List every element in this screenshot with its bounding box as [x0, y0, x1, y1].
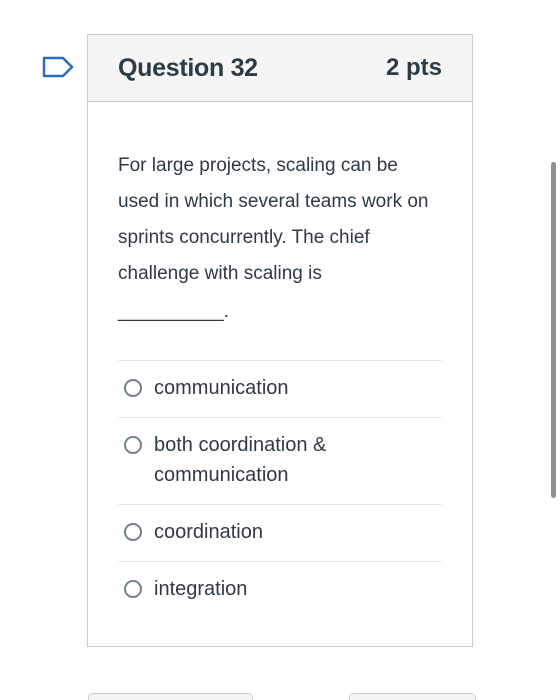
answer-option-integration[interactable]: integration: [118, 562, 442, 618]
answer-option-communication[interactable]: communication: [118, 361, 442, 418]
question-card: Question 32 2 pts For large projects, sc…: [87, 34, 473, 647]
previous-button[interactable]: [88, 693, 253, 700]
radio-button[interactable]: [124, 436, 142, 454]
question-title: Question 32: [118, 53, 258, 82]
question-text: For large projects, scaling can be used …: [118, 155, 429, 284]
flag-question-icon[interactable]: [41, 56, 75, 78]
quiz-page: Question 32 2 pts For large projects, sc…: [0, 0, 560, 700]
answer-option-both-coordination-communication[interactable]: both coordination & communication: [118, 418, 442, 505]
radio-button[interactable]: [124, 523, 142, 541]
answer-list: communication both coordination & commun…: [118, 360, 442, 618]
question-points: 2 pts: [385, 54, 442, 81]
radio-button[interactable]: [124, 379, 142, 397]
question-blank: __________.: [118, 301, 229, 322]
answer-label[interactable]: communication: [154, 373, 289, 403]
answer-option-coordination[interactable]: coordination: [118, 505, 442, 562]
next-button[interactable]: [349, 693, 476, 700]
question-header: Question 32 2 pts: [88, 35, 472, 102]
answer-label[interactable]: coordination: [154, 517, 263, 547]
answer-label[interactable]: both coordination & communication: [154, 430, 364, 490]
scrollbar[interactable]: [551, 162, 556, 498]
radio-button[interactable]: [124, 580, 142, 598]
question-body: For large projects, scaling can be used …: [88, 102, 472, 618]
answer-label[interactable]: integration: [154, 574, 247, 604]
